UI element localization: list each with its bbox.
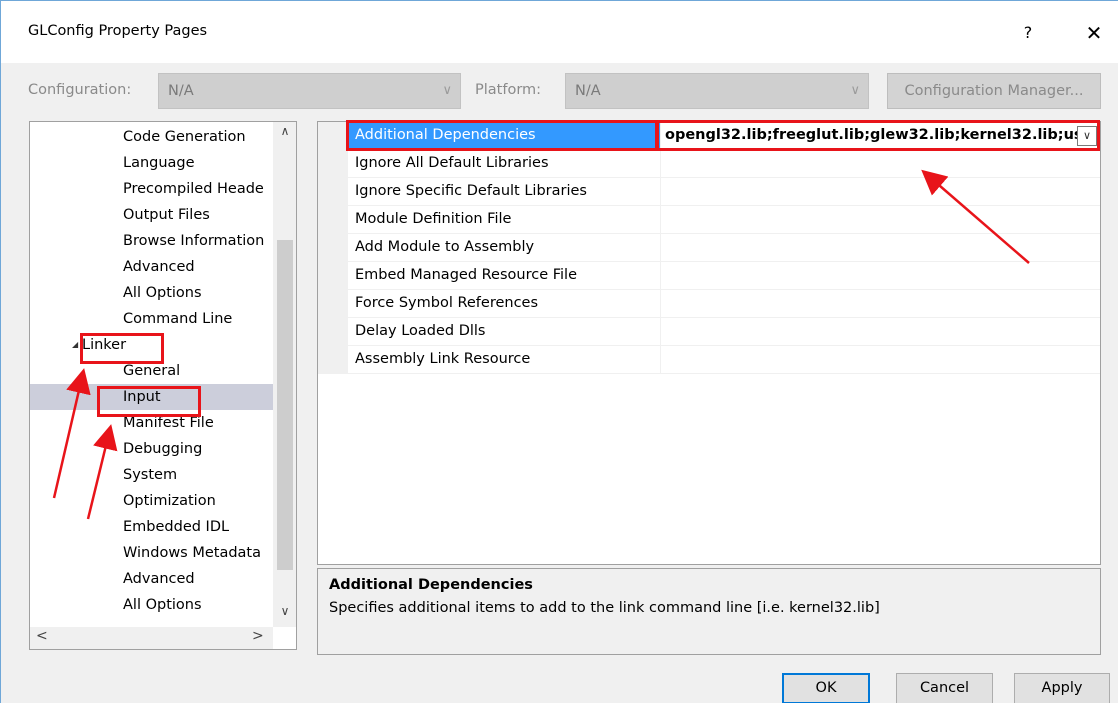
annotation-arrows (52, 169, 1030, 520)
property-pages-window: GLConfig Property Pages ? ✕ Configuratio… (0, 0, 1118, 703)
arrow-to-additional-dependencies (921, 169, 1030, 264)
arrow-to-input (86, 424, 118, 520)
arrow-to-linker (52, 368, 91, 499)
